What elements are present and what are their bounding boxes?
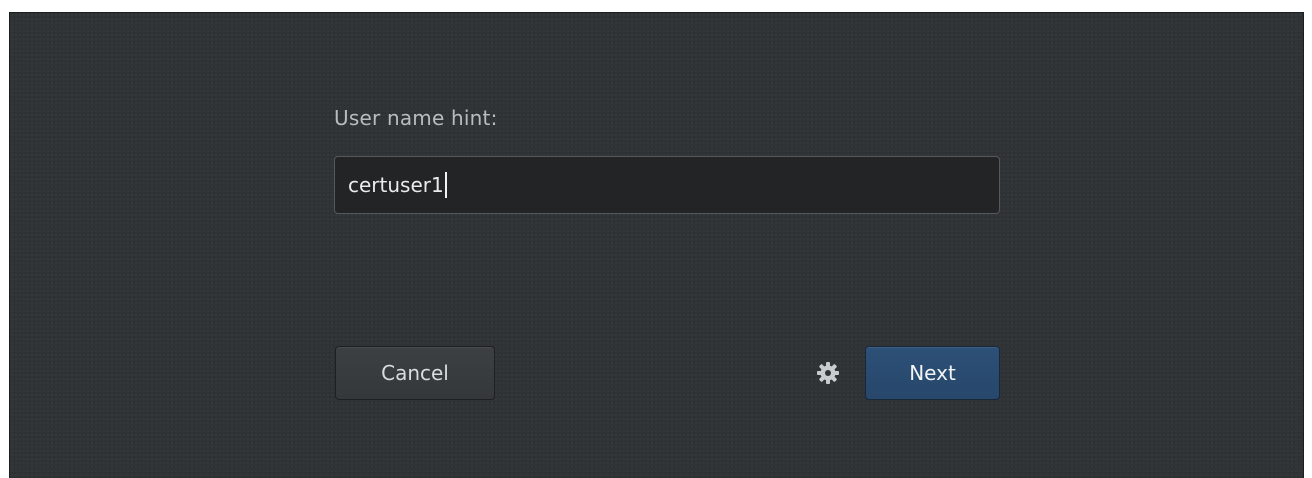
cancel-button[interactable]: Cancel: [335, 346, 495, 400]
user-name-hint-input[interactable]: certuser1: [334, 156, 1000, 214]
login-screen: User name hint: certuser1 Cancel Next: [9, 12, 1304, 478]
next-button[interactable]: Next: [865, 346, 1000, 400]
text-cursor: [444, 172, 447, 198]
user-name-hint-label: User name hint:: [334, 106, 498, 130]
input-value: certuser1: [348, 173, 444, 197]
gear-icon[interactable]: [816, 361, 840, 385]
gear-icon-graphic: [817, 362, 839, 384]
